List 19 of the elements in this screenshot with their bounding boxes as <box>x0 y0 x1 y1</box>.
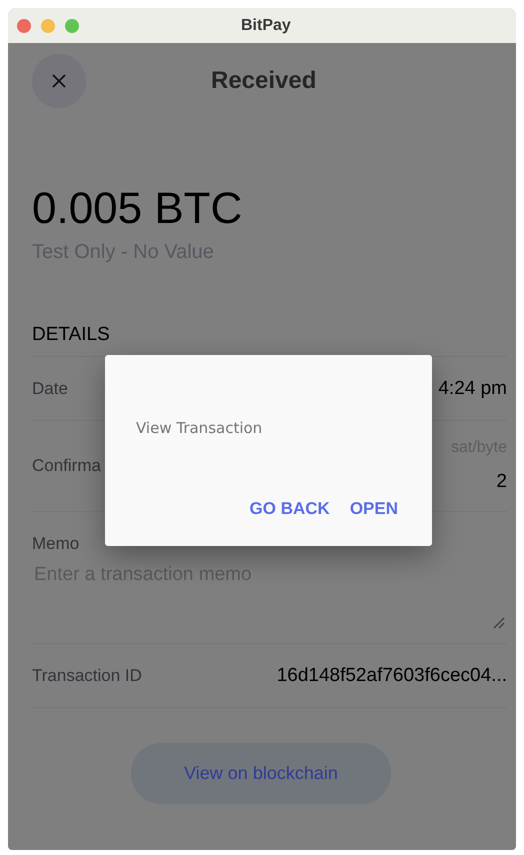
window-title: BitPay <box>241 16 291 34</box>
view-on-blockchain-button[interactable]: View on blockchain <box>131 743 391 804</box>
close-window-button[interactable] <box>17 18 31 32</box>
detail-value: 2 <box>496 471 507 493</box>
dialog-button[interactable]: OPEN <box>348 499 400 519</box>
close-icon <box>52 74 66 88</box>
detail-label: Transaction ID <box>32 666 142 686</box>
minimize-window-button[interactable] <box>41 18 55 32</box>
page-title: Received <box>211 67 316 95</box>
detail-value: 16d148f52af7603f6cec04... <box>276 664 507 686</box>
zoom-window-button[interactable] <box>65 18 79 32</box>
amount: 0.005 BTC <box>32 183 244 235</box>
dialog-message: View Transaction <box>136 419 264 437</box>
detail-label: Confirma <box>32 456 101 476</box>
detail-label: Date <box>32 378 68 398</box>
detail-label: Memo <box>32 534 80 554</box>
resize-handle-icon[interactable] <box>493 617 505 629</box>
detail-value: 4:24 pm <box>438 378 507 400</box>
dialog-button[interactable]: GO BACK <box>248 499 332 519</box>
